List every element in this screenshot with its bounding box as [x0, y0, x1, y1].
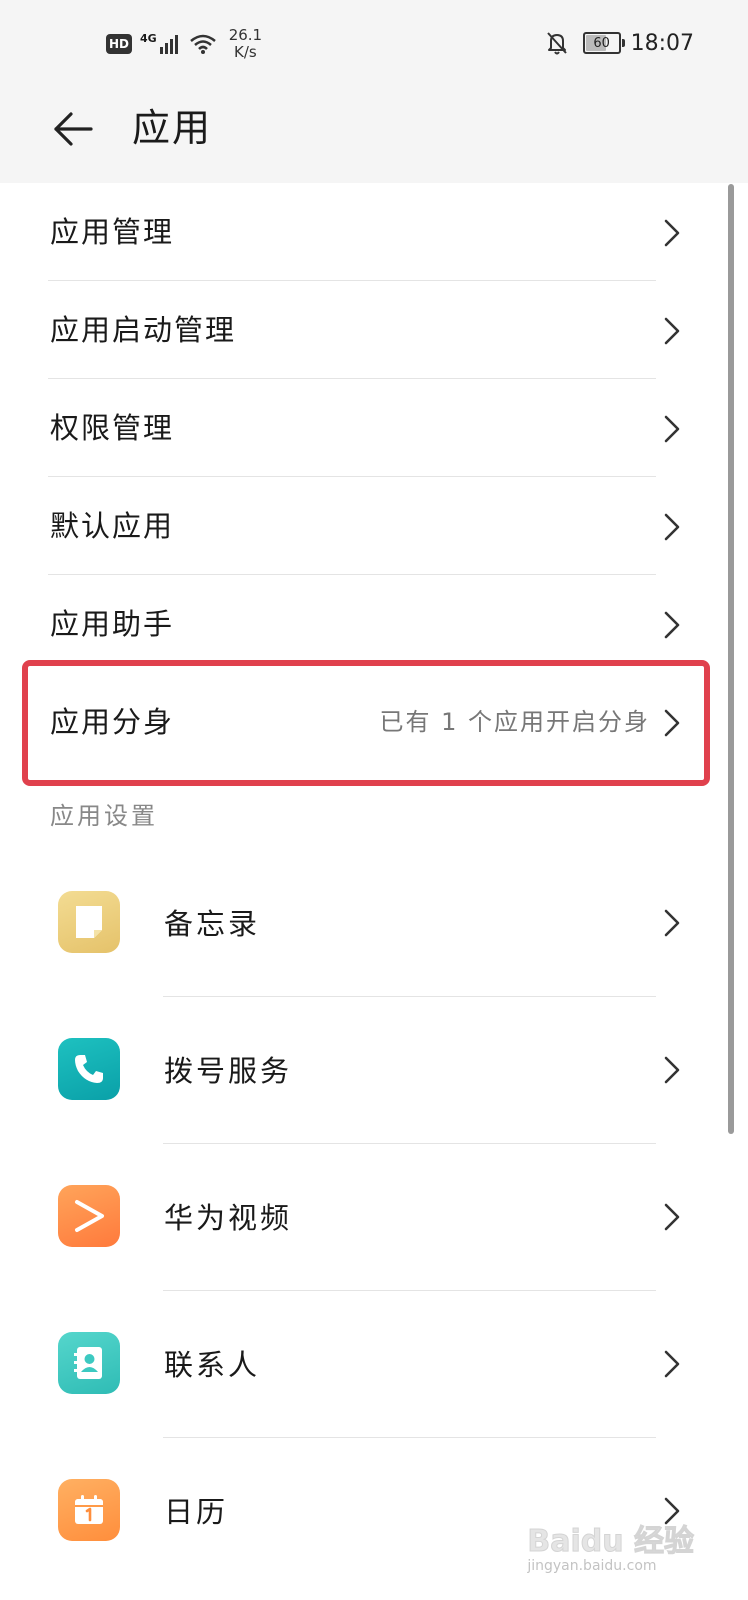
wifi-icon — [189, 34, 216, 54]
chevron-right-icon — [664, 1350, 680, 1378]
app-item-huawei-video[interactable]: 华为视频 — [0, 1145, 720, 1291]
menu-item-label: 默认应用 — [50, 509, 175, 543]
clock: 18:07 — [630, 30, 694, 56]
divider — [163, 1437, 656, 1438]
app-item-contacts[interactable]: 联系人 — [0, 1292, 720, 1438]
chevron-right-icon — [664, 219, 680, 247]
status-right: 60 18:07 — [545, 26, 694, 60]
divider — [163, 996, 656, 997]
section-header-app-settings: 应用设置 — [50, 802, 158, 830]
watermark-logo: Baidu 经验 — [527, 1524, 695, 1560]
chevron-right-icon — [664, 513, 680, 541]
contacts-icon — [58, 1332, 120, 1394]
network-type: 4G — [140, 31, 157, 45]
menu-item-startup-management[interactable]: 应用启动管理 — [0, 281, 720, 379]
divider — [163, 1290, 656, 1291]
chevron-right-icon — [664, 317, 680, 345]
app-item-label: 华为视频 — [164, 1201, 293, 1235]
menu-item-label: 应用管理 — [50, 215, 175, 249]
app-item-dialer[interactable]: 拨号服务 — [0, 998, 720, 1144]
chevron-right-icon — [664, 1056, 680, 1084]
menu-item-app-management[interactable]: 应用管理 — [0, 183, 720, 281]
chevron-right-icon — [664, 909, 680, 937]
menu-item-label: 应用助手 — [50, 607, 175, 641]
arrow-left-icon — [54, 112, 93, 146]
back-button[interactable] — [48, 104, 98, 154]
watermark: Baidu 经验 jingyan.baidu.com — [527, 1516, 695, 1575]
menu-item-default-apps[interactable]: 默认应用 — [0, 477, 720, 575]
notifications-off-icon — [546, 32, 567, 55]
app-item-label: 联系人 — [164, 1348, 261, 1382]
menu-item-label: 应用启动管理 — [50, 313, 237, 347]
network-speed: 26.1 K/s — [229, 27, 262, 61]
menu-item-label: 权限管理 — [50, 411, 175, 445]
chevron-right-icon — [664, 1203, 680, 1231]
page-title: 应用 — [132, 106, 213, 150]
scrollbar[interactable] — [728, 184, 734, 1134]
battery-tip — [621, 39, 625, 47]
app-item-notepad[interactable]: 备忘录 — [0, 851, 720, 997]
chevron-right-icon — [664, 611, 680, 639]
speed-value: 26.1 — [228, 26, 263, 44]
divider — [163, 1143, 656, 1144]
notepad-icon — [58, 891, 120, 953]
status-left: HD 4G 26.1 K/s — [106, 24, 262, 64]
watermark-url: jingyan.baidu.com — [527, 1558, 657, 1574]
play-icon — [58, 1185, 120, 1247]
hd-badge: HD — [106, 34, 133, 54]
chevron-right-icon — [664, 415, 680, 443]
signal-icon — [159, 35, 178, 54]
phone-icon — [58, 1038, 120, 1100]
title-bar: 应用 — [0, 84, 748, 182]
menu-item-app-assistant[interactable]: 应用助手 — [0, 575, 720, 673]
highlight-box — [22, 660, 710, 786]
app-item-label: 拨号服务 — [164, 1054, 293, 1088]
speed-unit: K/s — [234, 43, 257, 61]
menu-item-permission-management[interactable]: 权限管理 — [0, 379, 720, 477]
calendar-icon — [58, 1479, 120, 1541]
app-item-label: 备忘录 — [164, 907, 261, 941]
battery-level: 60 — [593, 35, 610, 51]
battery-icon: 60 — [582, 32, 625, 54]
app-item-label: 日历 — [164, 1495, 229, 1529]
status-bar: HD 4G 26.1 K/s 60 18:07 — [0, 0, 748, 84]
